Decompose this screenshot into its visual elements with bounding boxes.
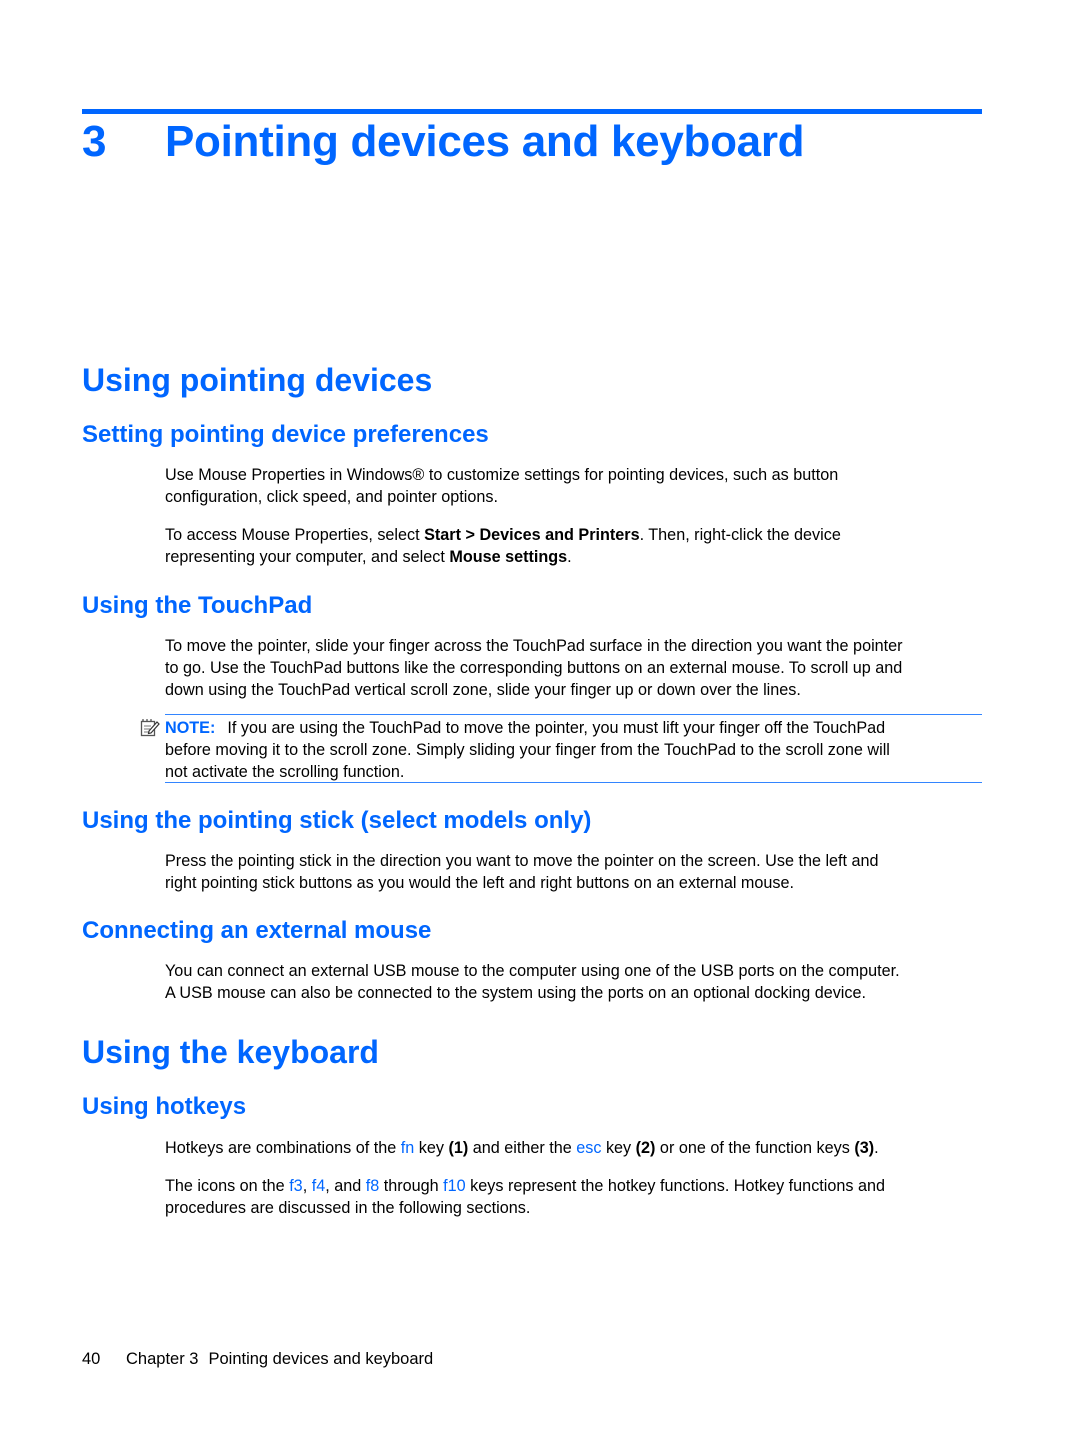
text-span: . Then, right-click the device — [639, 526, 841, 544]
key-esc: esc — [576, 1139, 602, 1157]
subheading-external-mouse: Connecting an external mouse — [82, 917, 432, 944]
text-span: The icons on the — [165, 1177, 290, 1195]
chapter-title: 3 Pointing devices and keyboard — [82, 117, 805, 167]
text-line: To move the pointer, slide your finger a… — [165, 637, 903, 655]
section-heading-pointing-devices: Using pointing devices — [82, 362, 433, 398]
text-line: not activate the scrolling function. — [165, 763, 405, 781]
chapter-rule — [82, 109, 982, 114]
text-span: through — [379, 1177, 444, 1195]
paragraph-hotkeys-2: The icons on the f3, f4, and f8 through … — [165, 1175, 985, 1219]
paragraph-hotkeys-1: Hotkeys are combinations of the fn key (… — [165, 1137, 985, 1159]
subheading-pointing-stick: Using the pointing stick (select models … — [82, 807, 592, 834]
page-footer: 40 Chapter 3 Pointing devices and keyboard — [82, 1350, 433, 1369]
subheading-touchpad: Using the TouchPad — [82, 592, 313, 619]
menu-path: Start > Devices and Printers — [424, 526, 640, 544]
text-span: . — [567, 548, 572, 566]
text-line: to go. Use the TouchPad buttons like the… — [165, 659, 903, 677]
footer-chapter-label: Chapter 3 — [126, 1350, 199, 1368]
key-f10: f10 — [443, 1177, 466, 1195]
text-span: keys represent the hotkey functions. Hot… — [465, 1177, 885, 1195]
text-span: , — [302, 1177, 312, 1195]
key-f8: f8 — [365, 1177, 380, 1195]
key-f4: f4 — [311, 1177, 326, 1195]
text-span: Hotkeys are combinations of the — [165, 1139, 401, 1157]
text-span: , and — [325, 1177, 366, 1195]
page-number: 40 — [82, 1350, 101, 1368]
text-line: If you are using the TouchPad to move th… — [227, 719, 886, 737]
note-bottom-rule — [165, 782, 982, 783]
paragraph-preferences-2: To access Mouse Properties, select Start… — [165, 524, 985, 568]
paragraph-pointing-stick: Press the pointing stick in the directio… — [165, 850, 985, 894]
text-line: configuration, click speed, and pointer … — [165, 488, 498, 506]
note-pencil-icon — [140, 719, 160, 737]
callout-3: (3) — [854, 1139, 875, 1157]
menu-item-name: Mouse settings — [449, 548, 568, 566]
text-line: Press the pointing stick in the directio… — [165, 852, 879, 870]
note-top-rule — [165, 714, 982, 715]
text-line: procedures are discussed in the followin… — [165, 1199, 531, 1217]
key-f3: f3 — [289, 1177, 303, 1195]
text-span: key — [601, 1139, 636, 1157]
text-line: A USB mouse can also be connected to the… — [165, 984, 866, 1002]
paragraph-external-mouse: You can connect an external USB mouse to… — [165, 960, 985, 1004]
text-span: or one of the function keys — [655, 1139, 855, 1157]
text-line: right pointing stick buttons as you woul… — [165, 874, 794, 892]
text-span: and either the — [468, 1139, 577, 1157]
chapter-number: 3 — [82, 117, 107, 166]
text-span: To access Mouse Properties, select — [165, 526, 425, 544]
text-span: representing your computer, and select — [165, 548, 450, 566]
chapter-title-text: Pointing devices and keyboard — [165, 117, 805, 166]
key-fn: fn — [400, 1139, 415, 1157]
footer-chapter-title: Pointing devices and keyboard — [208, 1350, 434, 1368]
text-line: down using the TouchPad vertical scroll … — [165, 681, 801, 699]
callout-1: (1) — [448, 1139, 469, 1157]
paragraph-touchpad: To move the pointer, slide your finger a… — [165, 635, 985, 701]
text-line: You can connect an external USB mouse to… — [165, 962, 900, 980]
text-line: before moving it to the scroll zone. Sim… — [165, 741, 890, 759]
subheading-hotkeys: Using hotkeys — [82, 1093, 247, 1120]
note-box: NOTE: If you are using the TouchPad to mo… — [140, 714, 982, 784]
paragraph-preferences-1: Use Mouse Properties in Windows® to cust… — [165, 464, 985, 508]
text-line: Use Mouse Properties in Windows® to cust… — [165, 466, 839, 484]
section-heading-keyboard: Using the keyboard — [82, 1034, 379, 1070]
callout-2: (2) — [635, 1139, 656, 1157]
note-label: NOTE: — [165, 719, 216, 737]
text-span: . — [874, 1139, 879, 1157]
text-span: key — [414, 1139, 449, 1157]
subheading-preferences: Setting pointing device preferences — [82, 421, 489, 448]
